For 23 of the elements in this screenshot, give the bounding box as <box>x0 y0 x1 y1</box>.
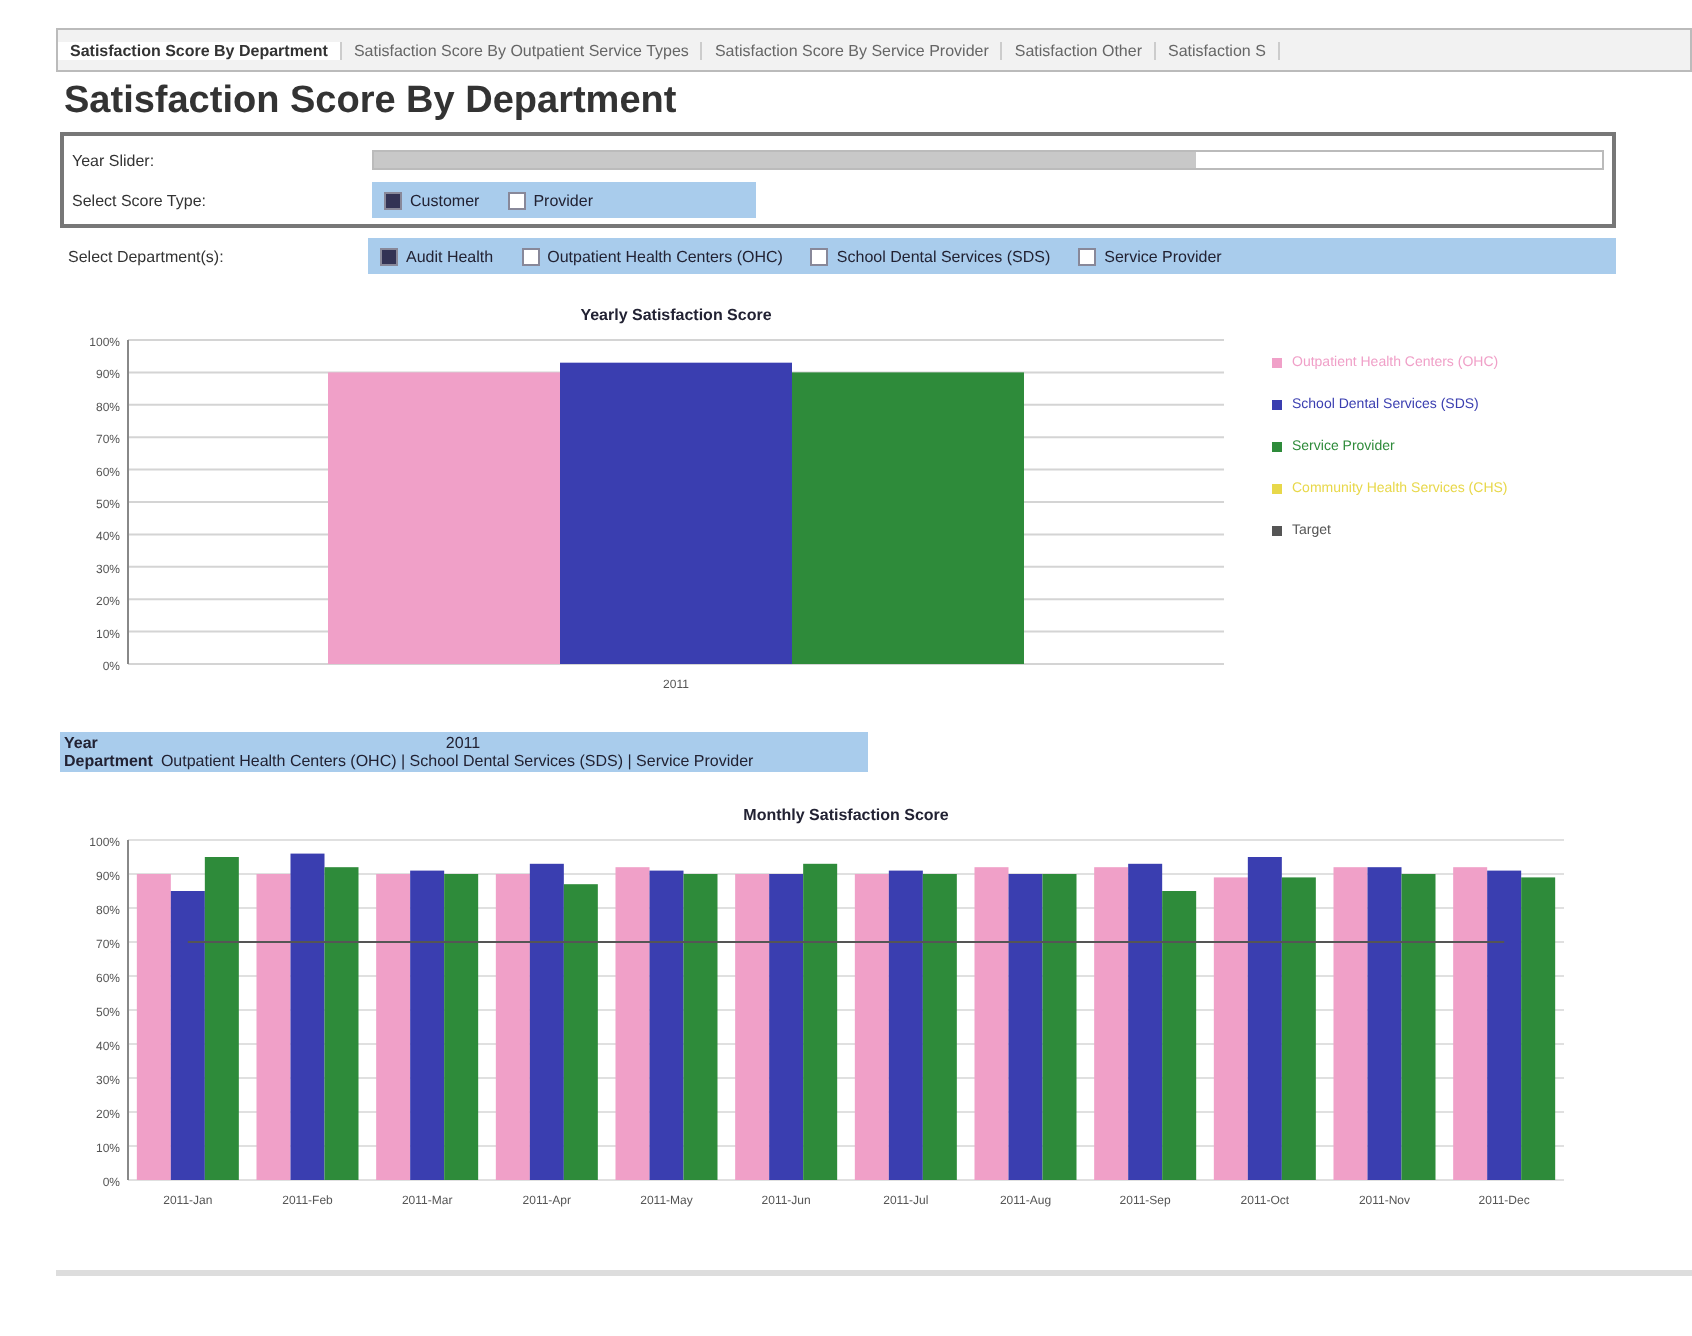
slider-fill[interactable] <box>374 152 1197 168</box>
summary-label: Department <box>64 752 153 770</box>
tab[interactable]: Satisfaction Other <box>1002 41 1156 59</box>
summary-value: Outpatient Health Centers (OHC) | School Dental Services (SDS) | Service Provider <box>160 752 754 770</box>
tab[interactable]: Satisfaction Score By Outpatient Service Types <box>341 41 703 59</box>
summary-label: Year <box>64 734 98 752</box>
tab[interactable]: Satisfaction Score By Service Provider <box>702 41 1003 59</box>
tab[interactable]: Satisfaction S <box>1155 41 1280 59</box>
filter-label: Select Department(s): <box>68 247 226 265</box>
department-checkbox[interactable]: Audit Health <box>380 247 494 265</box>
tab[interactable]: Satisfaction Score By Department <box>58 41 342 59</box>
summary-value: 2011 <box>445 734 481 752</box>
filter-label: Select Score Type: <box>72 191 208 209</box>
chart-title: Monthly Satisfaction Score <box>743 806 949 824</box>
department-checkbox[interactable]: Service Provider <box>1078 247 1222 265</box>
chart-title: Yearly Satisfaction Score <box>580 306 772 324</box>
score-type-checkbox[interactable]: Provider <box>507 191 593 209</box>
year-slider[interactable] <box>372 150 1604 170</box>
department-checkbox[interactable]: School Dental Services (SDS) <box>810 247 1051 265</box>
score-type-checkbox[interactable]: Customer <box>384 191 480 209</box>
page-title: Satisfaction Score By Department <box>64 80 679 124</box>
department-checkbox[interactable]: Outpatient Health Centers (OHC) <box>521 247 783 265</box>
filter-label: Year Slider: <box>72 151 157 169</box>
